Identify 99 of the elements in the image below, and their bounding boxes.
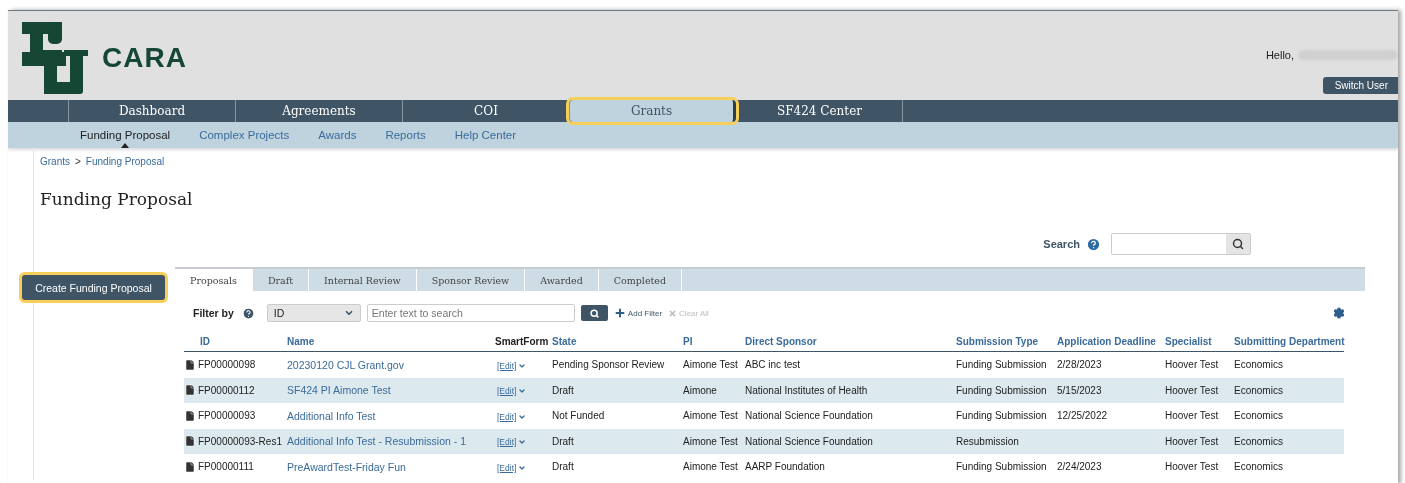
edit-link[interactable]: [Edit]	[495, 386, 527, 397]
table-cell: FP00000112	[198, 384, 255, 396]
table-cell-text: 5/15/2023	[1057, 384, 1103, 396]
edit-link[interactable]: [Edit]	[495, 411, 527, 422]
table-cell-text: National Institutes of Health	[745, 384, 869, 396]
document-icon	[184, 384, 196, 397]
table-cell-text: Hoover Test	[1165, 410, 1220, 422]
table-cell-text: Aimone Test	[683, 410, 739, 422]
table-cell-text: Funding Submission	[956, 359, 1048, 371]
column-header[interactable]: Application Deadline	[1057, 335, 1165, 347]
search-icon	[1232, 238, 1244, 250]
filter-label: Filter by	[193, 307, 234, 319]
proposal-link[interactable]: 20230120 CJL Grant.gov	[287, 358, 495, 371]
table-cell-text: National Science Foundation	[745, 435, 874, 447]
add-filter-link[interactable]: Add Filter	[613, 307, 663, 319]
tab[interactable]: Proposals	[175, 269, 253, 291]
breadcrumb-link[interactable]: Grants	[40, 156, 70, 167]
tab[interactable]: Draft	[252, 269, 310, 291]
column-header[interactable]: PI	[683, 335, 745, 347]
edit-link[interactable]: [Edit]	[495, 462, 527, 473]
subnav-link[interactable]: Help Center	[454, 122, 517, 148]
page-title: Funding Proposal	[40, 189, 194, 209]
help-icon[interactable]	[1086, 236, 1101, 252]
table-cell-text: Funding Submission	[956, 410, 1048, 422]
settings-icon[interactable]	[1333, 307, 1345, 319]
table-cell-text: Aimone Test	[683, 435, 739, 447]
search-field[interactable]	[1111, 233, 1251, 255]
table-cell-text: Economics	[1234, 435, 1284, 447]
table-cell-text: Aimone	[683, 384, 718, 396]
column-header[interactable]: Name	[287, 335, 495, 347]
column-header: SmartForm	[495, 335, 550, 347]
table-cell-text: Economics	[1234, 384, 1284, 396]
column-header[interactable]: Direct Sponsor	[745, 335, 956, 347]
table-cell-text: ABC inc test	[745, 359, 802, 371]
column-header[interactable]: Submitting Department	[1234, 335, 1346, 347]
table-cell-text: Draft	[552, 461, 575, 473]
table-cell-text: Not Funded	[552, 410, 606, 422]
search-label: Search	[1043, 238, 1080, 250]
close-icon	[668, 308, 678, 318]
table-cell-text: Economics	[1234, 359, 1284, 371]
column-header[interactable]: Specialist	[1165, 335, 1234, 347]
table-cell-text: Hoover Test	[1165, 384, 1220, 396]
logo-icon	[20, 20, 88, 96]
subnav-link[interactable]: Awards	[318, 122, 357, 148]
table-cell: FP00000093-Res1	[198, 435, 282, 447]
greeting: Hello,	[1265, 49, 1294, 61]
proposal-link[interactable]: PreAwardTest-Friday Fun	[287, 460, 495, 473]
proposal-link[interactable]: Additional Info Test	[287, 409, 495, 422]
table-cell-text: National Science Foundation	[745, 410, 874, 422]
table-cell-text: Economics	[1234, 461, 1284, 473]
search-button[interactable]	[580, 305, 608, 321]
table-cell-text: 12/25/2022	[1057, 410, 1109, 422]
nav-tab[interactable]: Grants	[569, 100, 736, 122]
tab[interactable]: Sponsor Review	[416, 269, 526, 291]
subnav-link[interactable]: Reports	[385, 122, 426, 148]
table-cell-text: Hoover Test	[1165, 461, 1220, 473]
caret-icon	[121, 143, 130, 148]
subnav-link[interactable]: Complex Projects	[199, 122, 290, 148]
column-header[interactable]: ID	[184, 335, 287, 347]
table-cell-text: AARP Foundation	[745, 461, 826, 473]
breadcrumb-separator: >	[75, 156, 81, 167]
tab[interactable]: Awarded	[525, 269, 599, 291]
filter-dropdown[interactable]: ID	[266, 304, 361, 322]
edit-link[interactable]: [Edit]	[495, 437, 527, 448]
table-cell-text: Resubmission	[956, 435, 1020, 447]
table-cell-text: Draft	[552, 384, 575, 396]
plus-icon	[613, 307, 626, 319]
create-proposal-button[interactable]: Create Funding Proposal	[22, 275, 165, 300]
table-cell: FP00000093	[198, 410, 256, 422]
table-cell-text: Hoover Test	[1165, 359, 1220, 371]
help-icon[interactable]	[241, 306, 255, 320]
table-cell-text: Pending Sponsor Review	[552, 359, 666, 371]
table-cell-text: Draft	[552, 435, 575, 447]
table-cell-text: Hoover Test	[1165, 435, 1220, 447]
table-cell: FP00000098	[198, 359, 256, 371]
table-cell-text: Aimone Test	[683, 461, 739, 473]
table-cell-text: Economics	[1234, 410, 1284, 422]
subnav-link[interactable]: Funding Proposal	[80, 122, 171, 148]
tab[interactable]: Completed	[598, 269, 683, 291]
table-cell-text: 2/28/2023	[1057, 359, 1103, 371]
table-cell-text: Aimone Test	[683, 359, 739, 371]
caret-icon	[343, 308, 354, 318]
table-cell-text: 2/24/2023	[1057, 461, 1103, 473]
breadcrumb-link[interactable]: Funding Proposal	[85, 156, 165, 167]
table-cell-text: Funding Submission	[956, 384, 1048, 396]
proposal-link[interactable]: Additional Info Test - Resubmission - 1	[287, 435, 495, 448]
switch-user-button[interactable]: Switch User	[1322, 77, 1398, 94]
edit-link[interactable]: [Edit]	[495, 360, 527, 371]
filter-input[interactable]: Enter text to search	[366, 304, 575, 322]
table-cell: FP00000111	[198, 461, 254, 473]
column-header[interactable]: Submission Type	[956, 335, 1057, 347]
column-header[interactable]: State	[552, 335, 683, 347]
document-icon	[184, 435, 196, 448]
search-button[interactable]	[1226, 234, 1250, 254]
table-cell-text: Funding Submission	[956, 461, 1048, 473]
proposal-link[interactable]: SF424 PI Aimone Test	[287, 384, 495, 397]
app-name: CARA	[102, 42, 187, 74]
search-icon	[589, 308, 599, 318]
tab[interactable]: Internal Review	[309, 269, 417, 291]
